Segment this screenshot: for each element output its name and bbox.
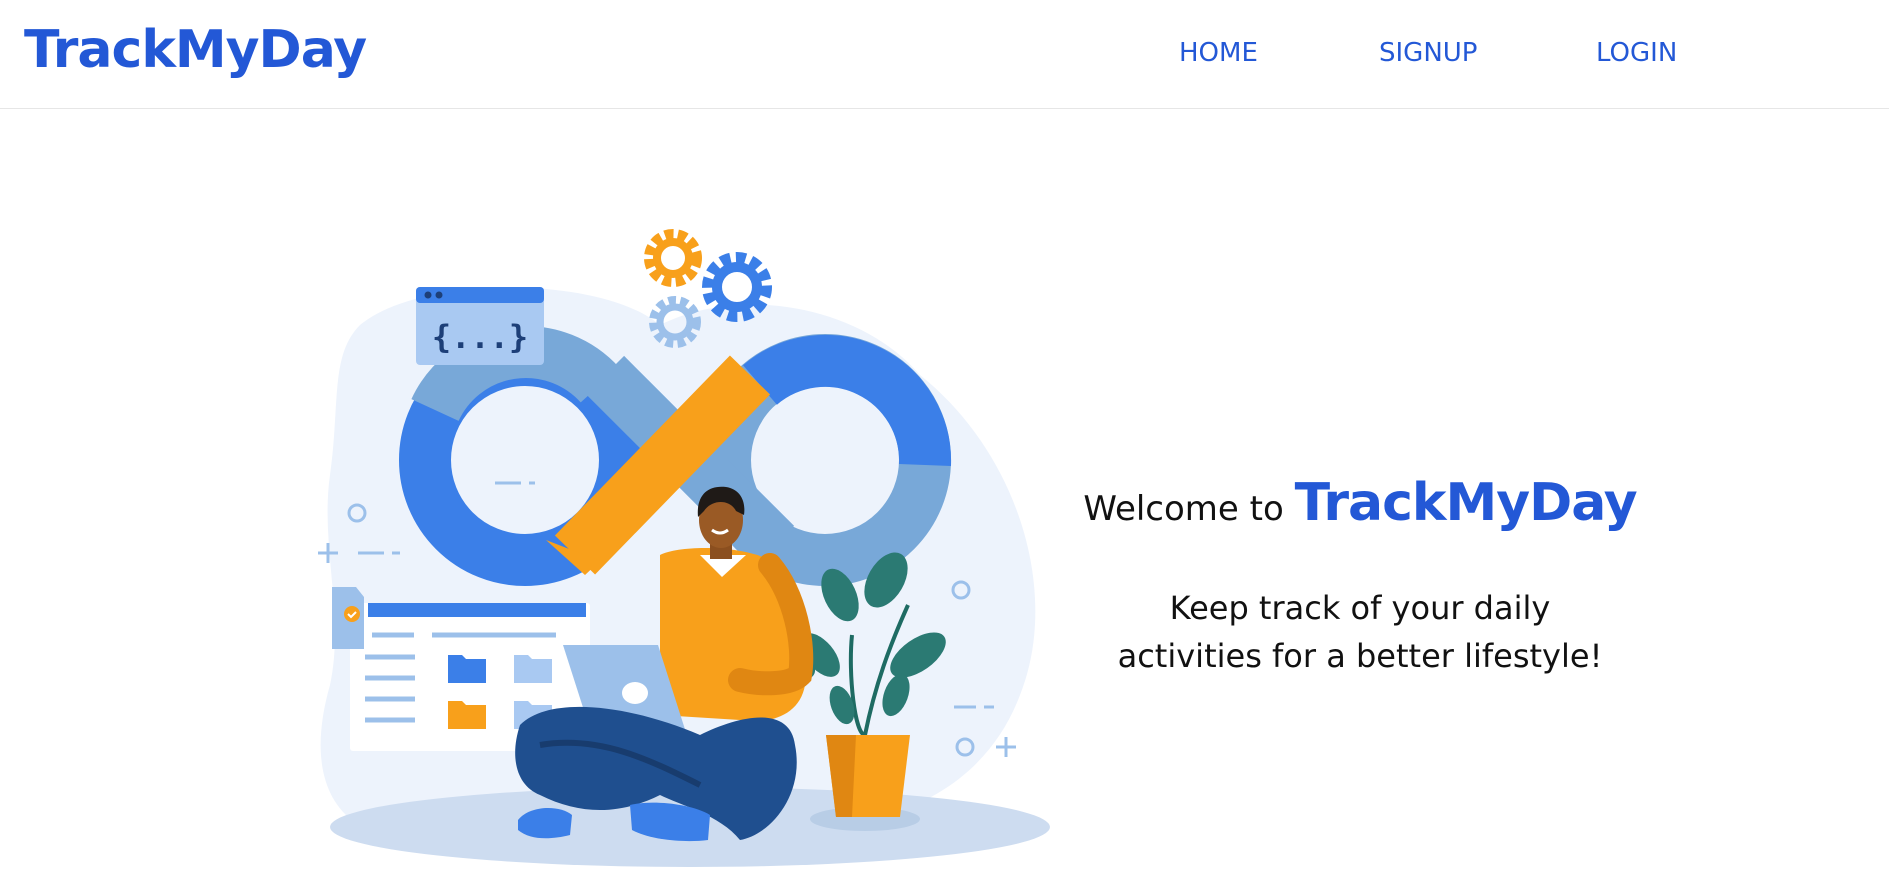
brand-logo[interactable]: TrackMyDay <box>24 21 367 79</box>
nav-signup-link[interactable]: SIGNUP <box>1379 38 1477 69</box>
nav-login-link[interactable]: LOGIN <box>1596 38 1677 69</box>
tagline-line-1: Keep track of your daily <box>1169 588 1551 627</box>
tagline-line-2: activities for a better lifestyle! <box>1117 636 1603 675</box>
tagline: Keep track of your daily activities for … <box>1060 584 1660 680</box>
navbar: TrackMyDay HOME SIGNUP LOGIN <box>0 0 1889 109</box>
hero-text: Welcome to TrackMyDay Keep track of your… <box>1060 470 1660 680</box>
folder-icon <box>448 701 486 729</box>
welcome-heading: Welcome to TrackMyDay <box>1060 470 1660 538</box>
nav-home-link[interactable]: HOME <box>1179 38 1258 69</box>
hero-illustration: {...} <box>300 215 1060 870</box>
welcome-brand: TrackMyDay <box>1294 473 1638 533</box>
deco-plus-icon <box>996 737 1016 757</box>
welcome-prefix: Welcome to <box>1083 489 1284 529</box>
check-icon <box>344 606 360 622</box>
code-window-icon: {...} <box>416 287 544 365</box>
folder-icon <box>448 655 486 683</box>
devops-illustration: {...} <box>318 229 1050 867</box>
gear-icon <box>702 252 772 322</box>
gear-icon <box>644 229 702 287</box>
svg-text:{...}: {...} <box>432 318 528 356</box>
folder-icon <box>514 655 552 683</box>
